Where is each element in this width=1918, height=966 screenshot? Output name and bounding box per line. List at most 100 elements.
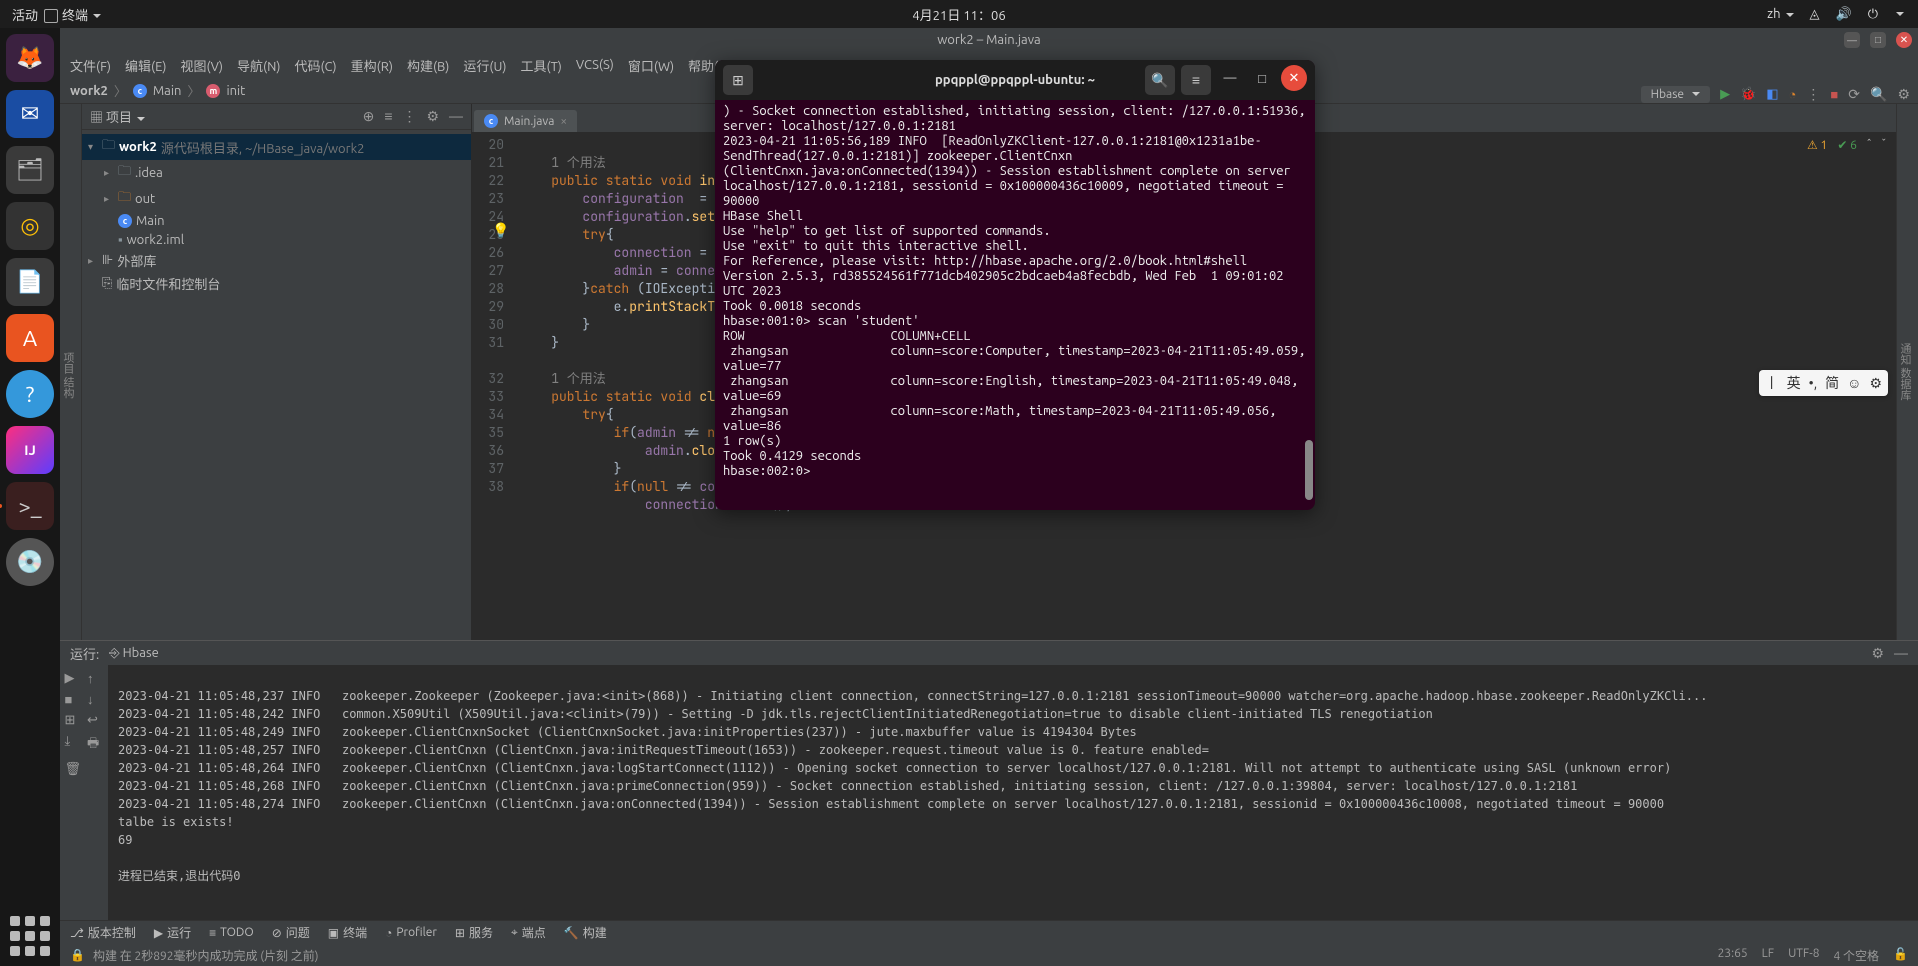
- left-gutter[interactable]: 项目 结构: [60, 104, 82, 640]
- menu-nav[interactable]: 导航(N): [237, 56, 280, 75]
- layout-button[interactable]: ⊞: [64, 713, 81, 728]
- editor-inspections[interactable]: ⚠ 1 ✔ 6 ˆˇ: [1807, 138, 1886, 152]
- terminal-header[interactable]: ⊞ ppqppl@ppqppl-ubuntu: ~ 🔍 ≡ — □ ✕: [715, 60, 1315, 100]
- libreoffice-icon[interactable]: 📄: [6, 258, 54, 306]
- softwrap-button[interactable]: ↩: [87, 713, 104, 728]
- status-pos[interactable]: 23:65: [1718, 947, 1748, 964]
- tool-vcs[interactable]: ⎇ 版本控制: [70, 924, 136, 941]
- inspection-up-icon[interactable]: ˆ: [1867, 138, 1872, 152]
- status-encoding[interactable]: UTF-8: [1788, 947, 1819, 964]
- more-actions-icon[interactable]: ⋮: [1806, 86, 1820, 103]
- debug-button[interactable]: 🐞: [1740, 87, 1756, 102]
- run-output[interactable]: 2023-04-21 11:05:48,237 INFO zookeeper.Z…: [108, 665, 1918, 920]
- intention-bulb-icon[interactable]: 💡: [492, 222, 509, 240]
- collapse-all-icon[interactable]: ⋮: [402, 108, 416, 125]
- maximize-button[interactable]: □: [1870, 32, 1886, 48]
- ime-simp[interactable]: 简: [1825, 373, 1839, 393]
- close-button[interactable]: ✕: [1896, 32, 1912, 48]
- rerun-button[interactable]: ▶: [64, 671, 81, 686]
- menu-refactor[interactable]: 重构(R): [351, 56, 393, 75]
- tool-todo[interactable]: ≡ TODO: [209, 926, 254, 940]
- tree-item-scratch[interactable]: ⎘ 临时文件和控制台: [82, 272, 471, 295]
- ime-bar[interactable]: 丨 英 •, 简 ☺ ⚙: [1759, 370, 1888, 396]
- files-icon[interactable]: 🗂: [6, 146, 54, 194]
- close-tab-icon[interactable]: ×: [560, 115, 567, 128]
- menu-vcs[interactable]: VCS(S): [576, 58, 614, 72]
- select-opened-file-icon[interactable]: ⊕: [363, 108, 375, 125]
- menu-code[interactable]: 代码(C): [294, 56, 336, 75]
- status-linesep[interactable]: LF: [1762, 947, 1774, 964]
- coverage-button[interactable]: ◧: [1766, 87, 1778, 102]
- minimize-button[interactable]: —: [1217, 65, 1243, 91]
- crumb-class[interactable]: Main: [153, 84, 182, 98]
- ime-settings[interactable]: ⚙: [1869, 375, 1882, 392]
- terminal-icon[interactable]: >_: [6, 482, 54, 530]
- tool-build[interactable]: 🔨 构建: [564, 924, 607, 941]
- rhythmbox-icon[interactable]: ◎: [6, 202, 54, 250]
- power-icon[interactable]: ⏻: [1868, 7, 1878, 22]
- git-update-icon[interactable]: ⟳: [1848, 86, 1860, 103]
- status-lock-icon[interactable]: 🔒: [70, 948, 85, 962]
- run-config-name[interactable]: ⎆ Hbase: [109, 646, 159, 661]
- tool-problems[interactable]: ⊘ 问题: [272, 924, 310, 941]
- tree-item-out[interactable]: ▸🗀 out: [82, 186, 471, 212]
- scrollbar[interactable]: [1305, 440, 1313, 500]
- menu-build[interactable]: 构建(B): [407, 56, 449, 75]
- tool-terminal[interactable]: ▣ 终端: [328, 924, 367, 941]
- expand-all-icon[interactable]: ≡: [384, 108, 392, 125]
- menu-tools[interactable]: 工具(T): [520, 56, 561, 75]
- tool-profiler[interactable]: ◔ Profiler: [385, 926, 437, 940]
- tree-root[interactable]: ▾🗀 work2 源代码根目录, ~/HBase_java/work2: [82, 134, 471, 160]
- language-indicator[interactable]: zh: [1767, 7, 1793, 21]
- inspection-down-icon[interactable]: ˇ: [1881, 138, 1886, 152]
- ime-lang[interactable]: 英: [1787, 373, 1801, 393]
- terminal-app-label[interactable]: 终端: [44, 5, 101, 24]
- software-icon[interactable]: A: [6, 314, 54, 362]
- menu-button[interactable]: ≡: [1181, 65, 1211, 95]
- intellij-icon[interactable]: IJ: [6, 426, 54, 474]
- search-icon[interactable]: 🔍: [1870, 86, 1887, 103]
- terminal-body[interactable]: ) - Socket connection established, initi…: [715, 100, 1315, 510]
- show-apps-button[interactable]: [10, 916, 50, 956]
- menu-window[interactable]: 窗口(W): [628, 56, 674, 75]
- menu-file[interactable]: 文件(F): [70, 56, 111, 75]
- tool-endpoints[interactable]: ⌖ 端点: [511, 924, 546, 941]
- crumb-project[interactable]: work2: [70, 84, 108, 98]
- stop-button[interactable]: ■: [64, 692, 81, 707]
- editor-tab-main[interactable]: cMain.java×: [474, 110, 577, 132]
- ime-btn[interactable]: 丨: [1765, 373, 1779, 393]
- menu-view[interactable]: 视图(V): [181, 56, 223, 75]
- up-button[interactable]: ↑: [87, 671, 104, 686]
- disk-icon[interactable]: 💿: [6, 538, 54, 586]
- tree-item-iml[interactable]: ▪ work2.iml: [82, 230, 471, 249]
- tool-run[interactable]: ▶ 运行: [154, 924, 191, 941]
- minimize-panel-icon[interactable]: —: [449, 108, 463, 125]
- volume-icon[interactable]: 🔊: [1836, 7, 1852, 22]
- gear-icon[interactable]: ⚙: [426, 108, 439, 125]
- profile-button[interactable]: ◔: [1789, 87, 1797, 102]
- menu-run[interactable]: 运行(U): [463, 56, 506, 75]
- settings-icon[interactable]: ⚙: [1897, 86, 1910, 103]
- tool-services[interactable]: ⊞ 服务: [455, 924, 493, 941]
- scroll-button[interactable]: ⤓: [64, 734, 81, 756]
- activities-button[interactable]: 活动: [12, 5, 38, 24]
- clock[interactable]: 4月21日 11：06: [912, 5, 1005, 24]
- thunderbird-icon[interactable]: ✉: [6, 90, 54, 138]
- right-gutter[interactable]: 通知 数据库: [1896, 104, 1918, 640]
- firefox-icon[interactable]: 🦊: [6, 34, 54, 82]
- stop-button[interactable]: ■: [1830, 87, 1838, 102]
- print-button[interactable]: 🖶: [87, 734, 104, 756]
- crumb-method[interactable]: init: [226, 84, 245, 98]
- menu-edit[interactable]: 编辑(E): [125, 56, 166, 75]
- down-button[interactable]: ↓: [87, 692, 104, 707]
- runconfig-dropdown[interactable]: Hbase: [1641, 86, 1710, 103]
- search-button[interactable]: 🔍: [1145, 65, 1175, 95]
- network-icon[interactable]: ◬: [1810, 7, 1820, 22]
- status-readonly-icon[interactable]: 🔓: [1893, 947, 1908, 964]
- minimize-button[interactable]: —: [1844, 32, 1860, 48]
- run-button[interactable]: ▶: [1720, 87, 1730, 102]
- tree-item-extlib[interactable]: ▸⊪ 外部库: [82, 249, 471, 272]
- help-icon[interactable]: ?: [6, 370, 54, 418]
- ime-punct[interactable]: •,: [1809, 375, 1817, 391]
- gear-icon[interactable]: ⚙: [1871, 645, 1884, 662]
